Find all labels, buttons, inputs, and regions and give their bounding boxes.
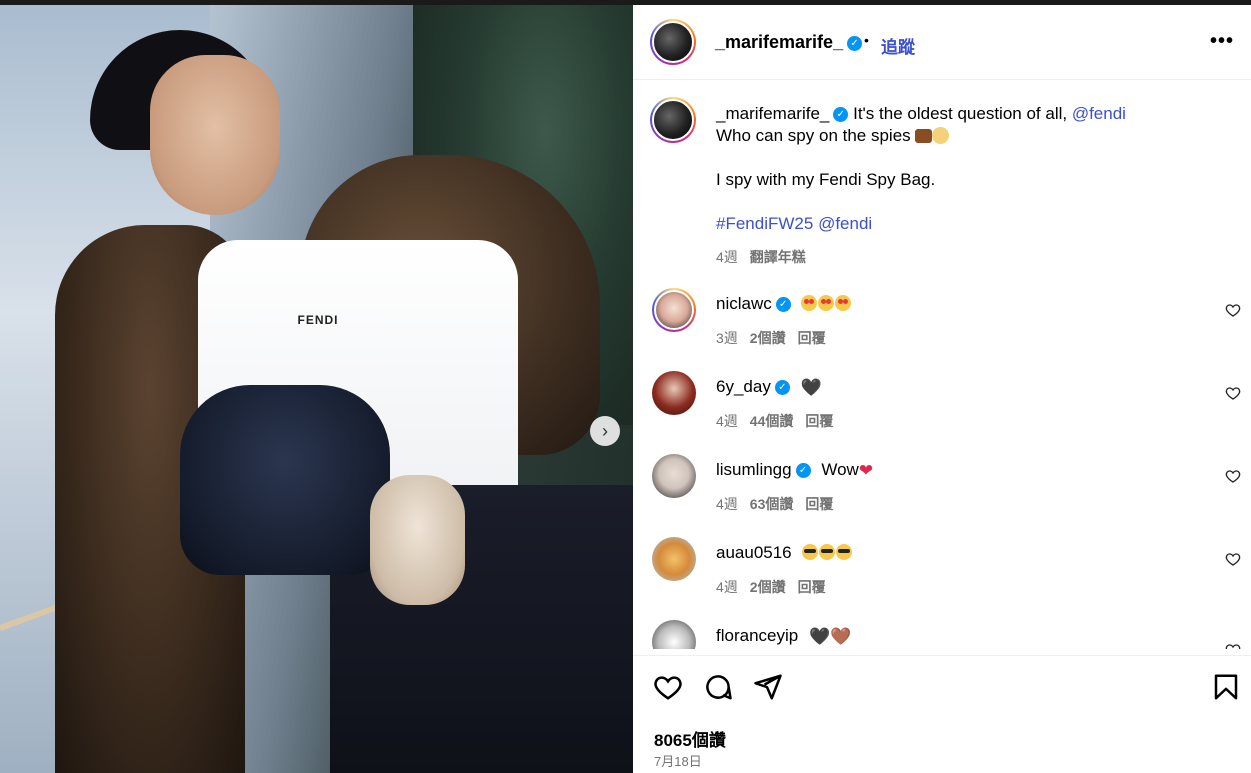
verified-badge-icon: ✓ xyxy=(775,297,791,313)
photo-spy-bag xyxy=(180,385,390,575)
comment-username[interactable]: floranceyip xyxy=(716,626,798,645)
comment-row: 6y_day ✓ 🖤 4週 44個讚 回覆 xyxy=(633,371,1251,453)
comment-like-heart-icon[interactable] xyxy=(1225,302,1241,318)
post-date: 7月18日 xyxy=(654,754,702,769)
brown-heart-emoji-icon: 🤎 xyxy=(830,627,852,646)
caption-hashtag[interactable]: #FendiFW25 xyxy=(716,214,813,233)
commenter-avatar[interactable] xyxy=(652,371,696,415)
comment-likes[interactable]: 44個讚 xyxy=(750,413,794,429)
caption-mention-fendi[interactable]: @fendi xyxy=(1072,104,1126,123)
comment-like-heart-icon[interactable] xyxy=(1225,385,1241,401)
caption-time: 4週 xyxy=(716,249,738,265)
comment-username[interactable]: lisumlingg xyxy=(716,460,792,479)
comment-time: 4週 xyxy=(716,579,738,595)
follow-button[interactable]: 追蹤 xyxy=(881,33,915,58)
comment-likes[interactable]: 63個讚 xyxy=(750,496,794,512)
comment-like-heart-icon[interactable] xyxy=(1225,551,1241,567)
photo-face xyxy=(150,55,280,215)
verified-badge-icon: ✓ xyxy=(847,35,863,51)
more-options-button[interactable]: ••• xyxy=(1210,30,1234,53)
comment-icon[interactable] xyxy=(703,672,733,702)
verified-badge-icon: ✓ xyxy=(795,463,811,479)
briefcase-emoji-icon xyxy=(914,129,932,143)
caption-author-avatar[interactable] xyxy=(650,97,696,143)
comment-meta: 4週 2個讚 回覆 xyxy=(716,577,838,597)
photo-tank-logo: FENDI xyxy=(297,313,339,327)
comment-likes[interactable]: 2個讚 xyxy=(750,330,786,346)
separator-dot: • xyxy=(864,32,869,48)
comment-text: Wow xyxy=(821,460,859,479)
commenter-avatar[interactable] xyxy=(652,620,696,649)
black-heart-emoji-icon: 🖤 xyxy=(800,378,822,397)
bookmark-icon[interactable] xyxy=(1211,672,1241,702)
caption-meta: 4週 翻譯年糕 xyxy=(716,247,806,267)
like-count[interactable]: 8065個讚 xyxy=(654,726,726,751)
heart-icon[interactable] xyxy=(653,672,683,702)
caption-line2: Who can spy on the spies xyxy=(716,126,911,145)
red-heart-emoji-icon: ❤ xyxy=(858,461,874,480)
comment-meta: 4週 63個讚 回覆 xyxy=(716,494,845,514)
comment-emoji-heart-eyes xyxy=(801,294,852,313)
comment-username[interactable]: auau0516 xyxy=(716,543,792,562)
comment-row: lisumlingg ✓ Wow❤ 4週 63個讚 回覆 xyxy=(633,454,1251,536)
post-actions-bar: 8065個讚 7月18日 xyxy=(633,655,1251,773)
photo-bag-charm xyxy=(370,475,465,605)
verified-badge-icon: ✓ xyxy=(774,380,790,396)
author-username[interactable]: _marifemarife_ xyxy=(715,32,843,52)
comment-time: 4週 xyxy=(716,496,738,512)
comment-likes[interactable]: 2個讚 xyxy=(750,579,786,595)
caption-username[interactable]: _marifemarife_ xyxy=(716,104,829,123)
comment-like-heart-icon[interactable] xyxy=(1225,468,1241,484)
comment-username[interactable]: niclawc xyxy=(716,294,772,313)
commenter-avatar[interactable] xyxy=(652,288,696,332)
caption-line3: I spy with my Fendi Spy Bag. xyxy=(716,170,936,189)
comment-row: niclawc ✓ 3週 2個讚 回覆 xyxy=(633,288,1251,370)
reply-button[interactable]: 回覆 xyxy=(805,413,833,429)
comment-time: 4週 xyxy=(716,413,738,429)
comment-emoji-sunglasses xyxy=(802,543,853,562)
comments-list[interactable]: _marifemarife_ ✓ It's the oldest question… xyxy=(633,81,1251,649)
reply-button[interactable]: 回覆 xyxy=(798,579,826,595)
comment-username[interactable]: 6y_day xyxy=(716,377,771,396)
commenter-avatar[interactable] xyxy=(652,454,696,498)
verified-badge-icon: ✓ xyxy=(833,107,849,123)
commenter-avatar[interactable] xyxy=(652,537,696,581)
translate-button[interactable]: 翻譯年糕 xyxy=(750,249,806,265)
reply-button[interactable]: 回覆 xyxy=(798,330,826,346)
post-details-panel: _marifemarife_ ✓ • 追蹤 ••• _marifemarife_ ✓… xyxy=(633,5,1251,773)
spy-face-emoji-icon xyxy=(931,127,949,144)
post-header: _marifemarife_ ✓ • 追蹤 ••• xyxy=(633,5,1251,80)
post-media[interactable]: FENDI › xyxy=(0,5,633,773)
comment-like-heart-icon[interactable] xyxy=(1225,642,1241,649)
reply-button[interactable]: 回覆 xyxy=(805,496,833,512)
comment-row: floranceyip 🖤🤎 xyxy=(633,620,1251,649)
chevron-right-icon: › xyxy=(602,421,608,441)
comment-time: 3週 xyxy=(716,330,738,346)
black-heart-emoji-icon: 🖤 xyxy=(808,627,831,646)
next-media-button[interactable]: › xyxy=(590,416,620,446)
comment-meta: 4週 44個讚 回覆 xyxy=(716,411,845,431)
caption-mention-fendi-2[interactable]: @fendi xyxy=(818,214,872,233)
comment-meta: 3週 2個讚 回覆 xyxy=(716,328,838,348)
send-icon[interactable] xyxy=(753,672,783,702)
author-avatar[interactable] xyxy=(650,19,696,65)
caption-line1: It's the oldest question of all, xyxy=(853,104,1072,123)
comment-row: auau0516 4週 2個讚 回覆 xyxy=(633,537,1251,619)
